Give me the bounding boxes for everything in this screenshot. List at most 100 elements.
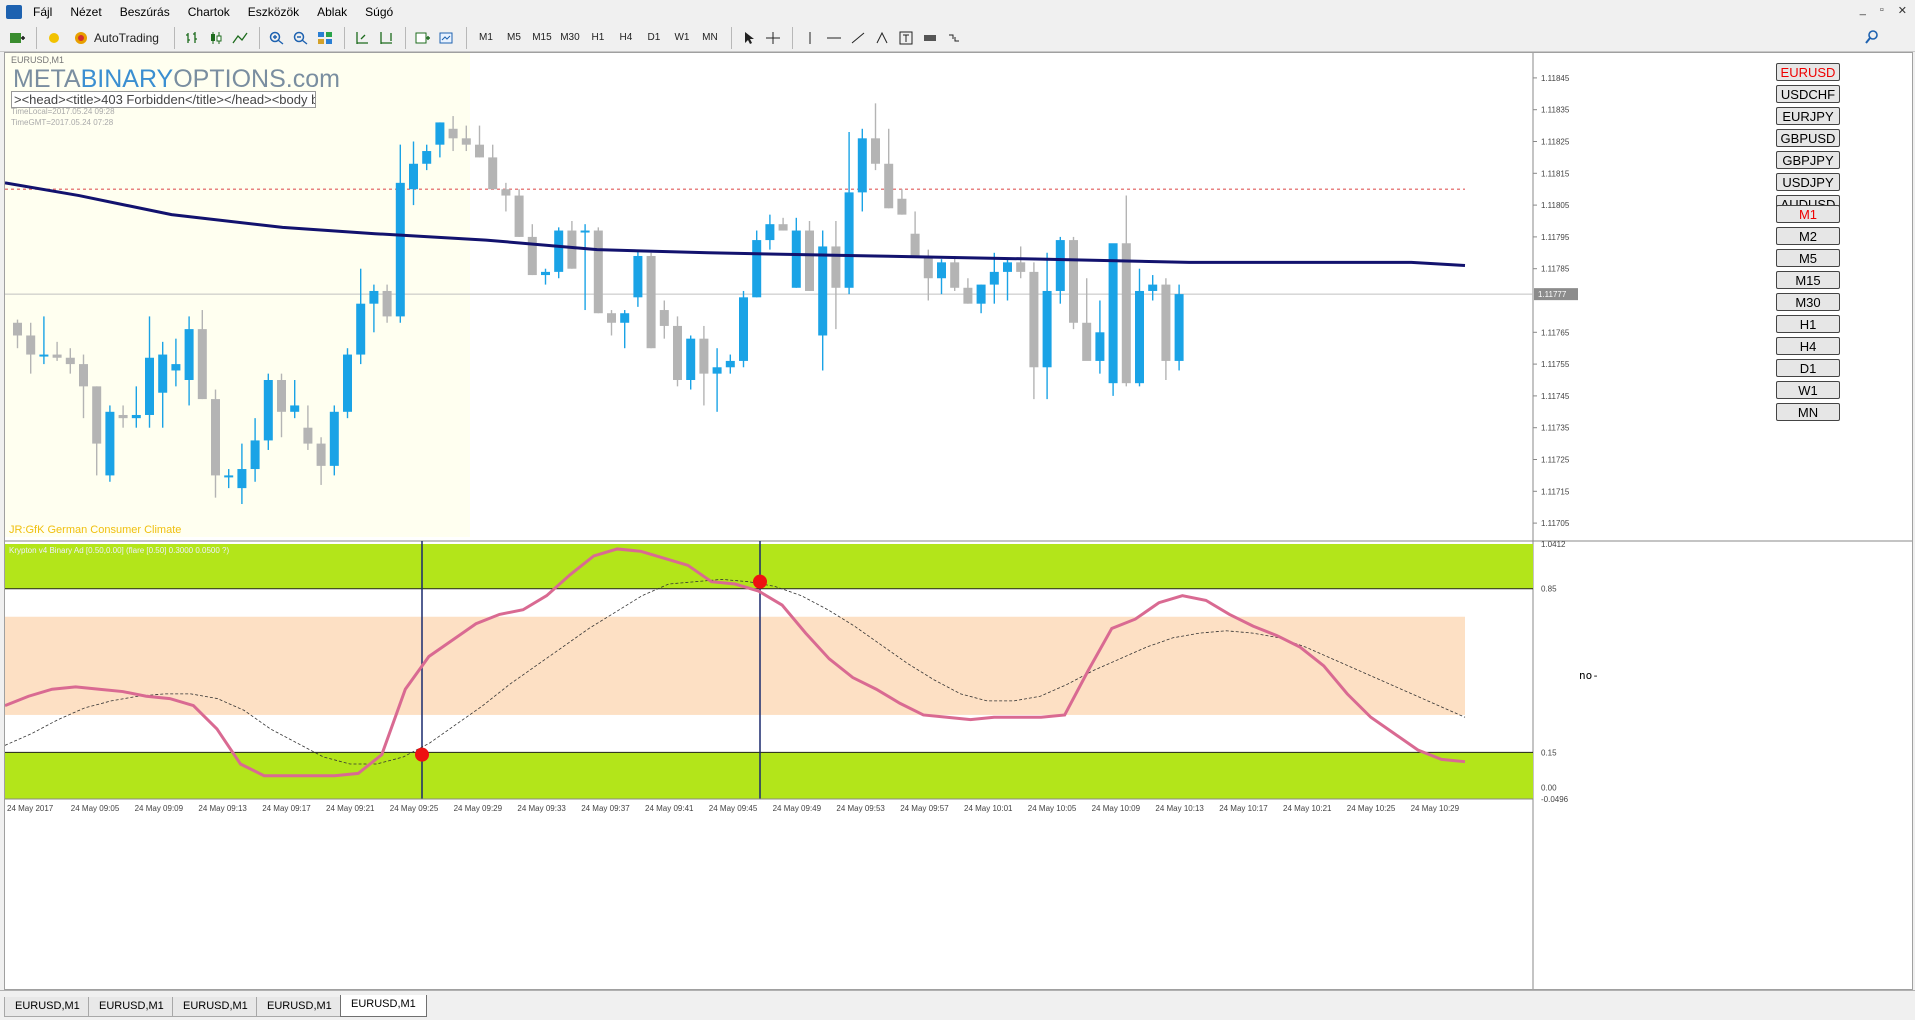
new-order-button[interactable] [6,27,28,49]
crosshair-button[interactable] [762,27,784,49]
price-axis-label: 1.11805 [1541,201,1570,210]
upper-zone [5,544,1533,589]
candle-bearish [501,189,511,196]
symbol-button-eurjpy[interactable]: EURJPY [1776,107,1840,125]
line-chart-button[interactable] [229,27,251,49]
horizontal-line-button[interactable] [823,27,845,49]
autotrading-label: AutoTrading [94,30,159,45]
symbol-button-gbpjpy[interactable]: GBPJPY [1776,151,1840,169]
menu-insert[interactable]: Beszúrás [111,5,179,19]
timeframe-button-m1[interactable]: M1 [1776,205,1840,223]
autotrading-button[interactable]: AutoTrading [67,27,166,49]
price-axis-label: 1.11725 [1541,456,1570,465]
chart-tab[interactable]: EURUSD,M1 [256,997,343,1017]
menu-file[interactable]: Fájl [24,5,61,19]
text-button[interactable] [895,27,917,49]
menu-window[interactable]: Ablak [308,5,356,19]
cursor-button[interactable] [738,27,760,49]
menu-charts[interactable]: Chartok [179,5,239,19]
candle-bearish [514,195,524,237]
zoom-in-button[interactable] [266,27,288,49]
candle-bullish [1042,290,1052,368]
menu-help[interactable]: Súgó [356,5,402,19]
chart-shift-button[interactable] [351,27,373,49]
app-icon[interactable] [6,5,22,19]
candle-bullish [158,354,168,393]
timeframe-button-d1[interactable]: D1 [1776,359,1840,377]
tf-m30-button[interactable]: M30 [557,27,583,49]
current-price-label: 1.11777 [1538,290,1567,299]
indicators-button[interactable] [412,27,434,49]
line-chart-icon [232,32,248,43]
candle-bearish [316,443,326,466]
price-axis-label: 1.11755 [1541,360,1570,369]
price-axis-label: 1.11715 [1541,487,1570,496]
fibo-button[interactable] [871,27,893,49]
timeframe-button-m15[interactable]: M15 [1776,271,1840,289]
tf-m1-button[interactable]: M1 [473,27,499,49]
symbol-button-eurusd[interactable]: EURUSD [1776,63,1840,81]
candle-bearish [805,230,814,291]
tf-d1-button[interactable]: D1 [641,27,667,49]
close-button[interactable]: ✕ [1898,4,1907,17]
candlestick-button[interactable] [205,27,227,49]
tf-h1-button[interactable]: H1 [585,27,611,49]
candle-bullish [145,357,154,415]
tf-mn-button[interactable]: MN [697,27,723,49]
trendline-button[interactable] [847,27,869,49]
menu-tools[interactable]: Eszközök [239,5,308,19]
zoom-in-icon [269,31,284,45]
time-axis-label: 24 May 09:57 [900,804,949,813]
symbol-button-usdchf[interactable]: USDCHF [1776,85,1840,103]
tf-m5-button[interactable]: M5 [501,27,527,49]
vertical-line-icon [809,31,811,44]
templates-button[interactable] [436,27,458,49]
timeframe-button-m30[interactable]: M30 [1776,293,1840,311]
symbol-button-gbpusd[interactable]: GBPUSD [1776,129,1840,147]
chart-tab[interactable]: EURUSD,M1 [340,995,427,1017]
candle-bullish [765,224,775,241]
candle-bearish [963,287,973,304]
chart-canvas[interactable]: EURUSD,M1METABINARYOPTIONS.comTimeCurren… [5,53,1912,989]
symbol-button-usdjpy[interactable]: USDJPY [1776,173,1840,191]
candle-bullish [435,122,445,145]
candle-bearish [699,338,709,374]
candle-bullish [409,163,418,190]
restore-button[interactable]: ▫ [1880,4,1884,17]
arrows-icon [948,34,959,41]
timeframe-button-h1[interactable]: H1 [1776,315,1840,333]
market-watch-button[interactable] [43,27,65,49]
candle-bearish [593,230,603,314]
timeframe-button-m2[interactable]: M2 [1776,227,1840,245]
timeframe-button-m5[interactable]: M5 [1776,249,1840,267]
timeframe-button-h4[interactable]: H4 [1776,337,1840,355]
tile-button[interactable] [314,27,336,49]
candle-bearish [475,144,484,158]
minimize-button[interactable]: _ [1860,4,1866,17]
time-axis-label: 24 May 09:17 [262,804,311,813]
tf-w1-button[interactable]: W1 [669,27,695,49]
menu-view[interactable]: Nézet [61,5,110,19]
timeframe-button-mn[interactable]: MN [1776,403,1840,421]
chart-window[interactable]: EURUSD,M1METABINARYOPTIONS.comTimeCurren… [4,52,1913,990]
zoom-out-icon [293,31,308,45]
chart-tab[interactable]: EURUSD,M1 [88,997,175,1017]
candle-bearish [197,329,207,400]
candle-bearish [13,322,22,336]
tf-h4-button[interactable]: H4 [613,27,639,49]
autoscroll-button[interactable] [375,27,397,49]
zoom-out-button[interactable] [290,27,312,49]
tf-m15-button[interactable]: M15 [529,27,555,49]
search-button[interactable] [1865,30,1879,47]
vertical-line-button[interactable] [799,27,821,49]
autotrading-icon [75,31,87,44]
bar-chart-button[interactable] [181,27,203,49]
arrows-button[interactable] [943,27,965,49]
price-axis-label: 1.11745 [1541,392,1570,401]
chart-tab[interactable]: EURUSD,M1 [172,997,259,1017]
toolbar-separator [465,26,467,49]
timeframe-button-w1[interactable]: W1 [1776,381,1840,399]
chart-tab[interactable]: EURUSD,M1 [4,997,91,1017]
cursor-icon [744,31,754,44]
label-button[interactable] [919,27,941,49]
